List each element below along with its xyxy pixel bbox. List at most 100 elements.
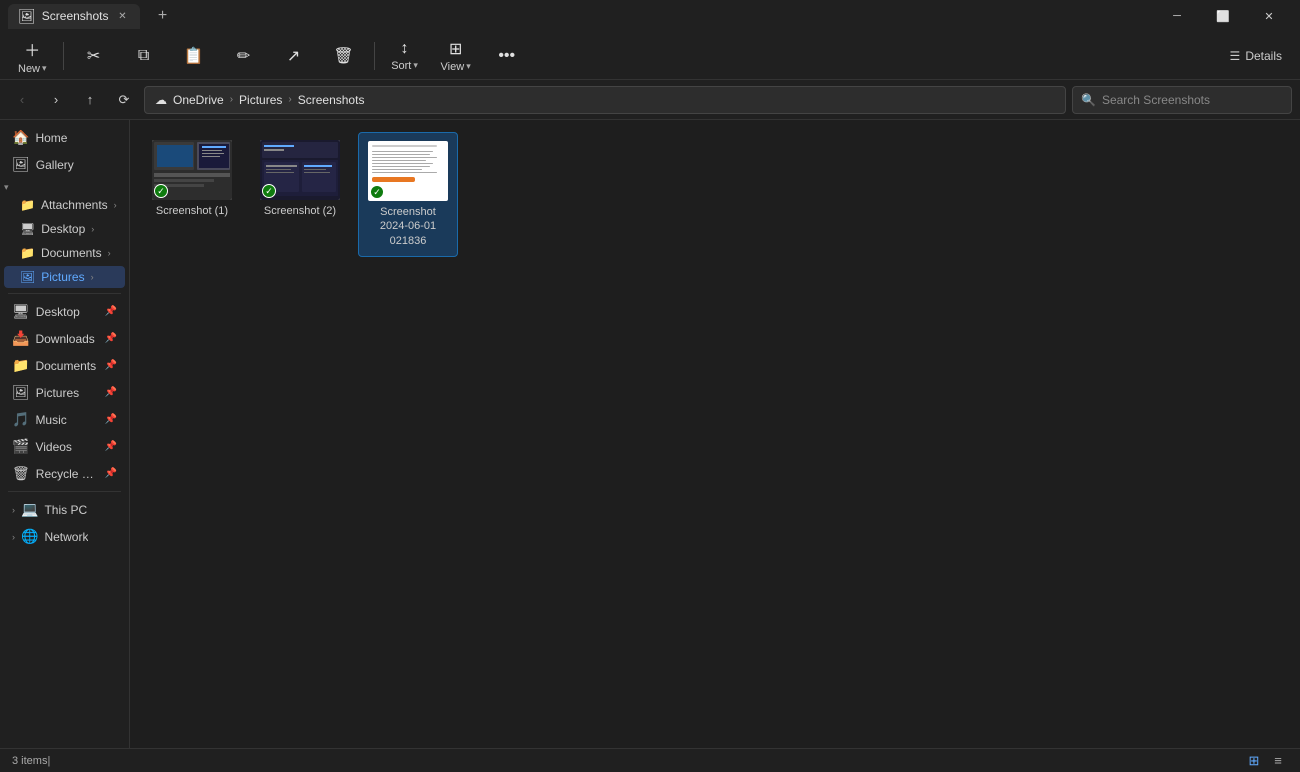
toolbar: ＋ New ▾ ✂ ⧉ 📋 ✏ ↗ 🗑 ↕ Sort ▾ ⊞ View ▾ <box>0 32 1300 80</box>
sidebar-item-network[interactable]: › 🌐 Network <box>4 524 125 549</box>
sidebar-item-documents[interactable]: 📁 Documents › <box>4 242 125 264</box>
file-thumbnail-1: ✓ <box>152 140 232 200</box>
sidebar-item-documents2[interactable]: 📁 Documents 📌 <box>4 353 125 378</box>
sidebar-item-videos[interactable]: 🎬 Videos 📌 <box>4 434 125 459</box>
details-label: Details <box>1245 49 1282 63</box>
search-placeholder: Search Screenshots <box>1102 93 1210 107</box>
file-thumbnail-3: ✓ <box>368 141 448 201</box>
cut-button[interactable]: ✂ <box>70 35 118 77</box>
onedrive-icon: ☁ <box>155 93 167 107</box>
address-box[interactable]: ☁ OneDrive › Pictures › Screenshots <box>144 86 1066 114</box>
desktop-icon: 🖥 <box>20 222 35 236</box>
status-item-count: 3 items| <box>12 755 50 767</box>
sidebar-item-recycle-bin[interactable]: 🗑 Recycle Bin 📌 <box>4 461 125 486</box>
sidebar-label-videos: Videos <box>35 440 71 454</box>
search-box[interactable]: 🔍 Search Screenshots <box>1072 86 1292 114</box>
grid-view-button[interactable]: ⊞ <box>1244 752 1264 770</box>
desktop2-icon: 🖥 <box>12 303 30 320</box>
delete-button[interactable]: 🗑 <box>320 35 368 77</box>
new-label: New ▾ <box>18 63 47 75</box>
sidebar-item-desktop2[interactable]: 🖥 Desktop 📌 <box>4 299 125 324</box>
sidebar-label-desktop: Desktop <box>41 222 85 236</box>
sidebar-item-desktop[interactable]: 🖥 Desktop › <box>4 218 125 240</box>
forward-button[interactable]: › <box>42 86 70 114</box>
main-layout: 🏠 Home 🖼 Gallery ▾ 📁 Attachments › 🖥 Des… <box>0 120 1300 748</box>
sidebar-label-recycle-bin: Recycle Bin <box>36 467 99 481</box>
view-arrow: ▾ <box>466 61 471 72</box>
sidebar-item-attachments[interactable]: 📁 Attachments › <box>4 194 125 216</box>
sync-badge-3: ✓ <box>370 185 384 199</box>
view-icon: ⊞ <box>449 39 462 59</box>
music-icon: 🎵 <box>12 411 29 428</box>
sidebar: 🏠 Home 🖼 Gallery ▾ 📁 Attachments › 🖥 Des… <box>0 120 130 748</box>
sidebar-label-pictures: Pictures <box>41 270 84 284</box>
home-icon: 🏠 <box>12 129 29 146</box>
sidebar-label-downloads: Downloads <box>35 332 94 346</box>
content-area[interactable]: ✓ Screenshot (1) <box>130 120 1300 748</box>
sidebar-section-expand[interactable]: ▾ <box>0 178 129 193</box>
sidebar-label-music: Music <box>35 413 66 427</box>
view-button[interactable]: ⊞ View ▾ <box>431 35 481 77</box>
copy-button[interactable]: ⧉ <box>120 35 168 77</box>
tab-close-button[interactable]: ✕ <box>114 8 130 24</box>
back-button[interactable]: ‹ <box>8 86 36 114</box>
file-name-1: Screenshot (1) <box>156 204 228 218</box>
sidebar-label-documents: Documents <box>41 246 102 260</box>
attachments-arrow: › <box>114 200 117 210</box>
pictures-arrow: › <box>91 272 94 282</box>
sidebar-item-pictures2[interactable]: 🖼 Pictures 📌 <box>4 380 125 405</box>
close-button[interactable]: ✕ <box>1246 0 1292 32</box>
status-bar: 3 items| ⊞ ≡ <box>0 748 1300 772</box>
pictures2-pin: 📌 <box>105 387 117 398</box>
breadcrumb-sep-1: › <box>230 94 233 105</box>
sidebar-item-pictures[interactable]: 🖼 Pictures › <box>4 266 125 288</box>
sync-badge-2: ✓ <box>262 184 276 198</box>
more-button[interactable]: ••• <box>483 35 531 77</box>
sort-button[interactable]: ↕ Sort ▾ <box>381 35 429 77</box>
sort-arrow: ▾ <box>413 60 418 71</box>
details-icon: ☰ <box>1230 49 1241 63</box>
list-item[interactable]: ✓ Screenshot 2024-06-01 021836 <box>358 132 458 257</box>
sidebar-item-gallery[interactable]: 🖼 Gallery <box>4 152 125 177</box>
pictures2-icon: 🖼 <box>12 384 30 401</box>
sidebar-label-home: Home <box>35 131 67 145</box>
file-thumbnail-2: ✓ <box>260 140 340 200</box>
sort-label-wrap: Sort ▾ <box>391 60 418 72</box>
sidebar-item-downloads[interactable]: 📥 Downloads 📌 <box>4 326 125 351</box>
music-pin: 📌 <box>105 414 117 425</box>
paste-button[interactable]: 📋 <box>170 35 218 77</box>
sidebar-item-home[interactable]: 🏠 Home <box>4 125 125 150</box>
rename-button[interactable]: ✏ <box>220 35 268 77</box>
toolbar-separator-2 <box>374 42 375 70</box>
new-tab-button[interactable]: + <box>148 2 176 30</box>
more-icon: ••• <box>498 47 515 65</box>
sidebar-item-this-pc[interactable]: › 💻 This PC <box>4 497 125 522</box>
minimize-button[interactable]: ─ <box>1154 0 1200 32</box>
active-tab[interactable]: 🖼 Screenshots ✕ <box>8 4 140 29</box>
breadcrumb-pictures: Pictures <box>239 93 282 107</box>
details-button[interactable]: ☰ Details <box>1220 45 1292 67</box>
status-view-buttons: ⊞ ≡ <box>1244 752 1288 770</box>
sidebar-label-documents2: Documents <box>35 359 96 373</box>
list-item[interactable]: ✓ Screenshot (1) <box>142 132 242 257</box>
address-bar: ‹ › ↑ ⟳ ☁ OneDrive › Pictures › Screensh… <box>0 80 1300 120</box>
attachments-icon: 📁 <box>20 198 35 212</box>
share-button[interactable]: ↗ <box>270 35 318 77</box>
new-button[interactable]: ＋ New ▾ <box>8 35 57 77</box>
maximize-button[interactable]: ⬜ <box>1200 0 1246 32</box>
up-button[interactable]: ↑ <box>76 86 104 114</box>
toolbar-separator-1 <box>63 42 64 70</box>
list-item[interactable]: ✓ Screenshot (2) <box>250 132 350 257</box>
sidebar-item-music[interactable]: 🎵 Music 📌 <box>4 407 125 432</box>
desktop2-pin: 📌 <box>105 306 117 317</box>
desktop-arrow: › <box>91 224 94 234</box>
videos-pin: 📌 <box>105 441 117 452</box>
refresh-button[interactable]: ⟳ <box>110 86 138 114</box>
search-icon: 🔍 <box>1081 93 1096 107</box>
rename-icon: ✏ <box>237 46 250 66</box>
network-expand: › <box>12 532 15 542</box>
tab-label: Screenshots <box>42 9 109 23</box>
sidebar-label-attachments: Attachments <box>41 198 108 212</box>
list-view-button[interactable]: ≡ <box>1268 752 1288 770</box>
title-bar: 🖼 Screenshots ✕ + ─ ⬜ ✕ <box>0 0 1300 32</box>
